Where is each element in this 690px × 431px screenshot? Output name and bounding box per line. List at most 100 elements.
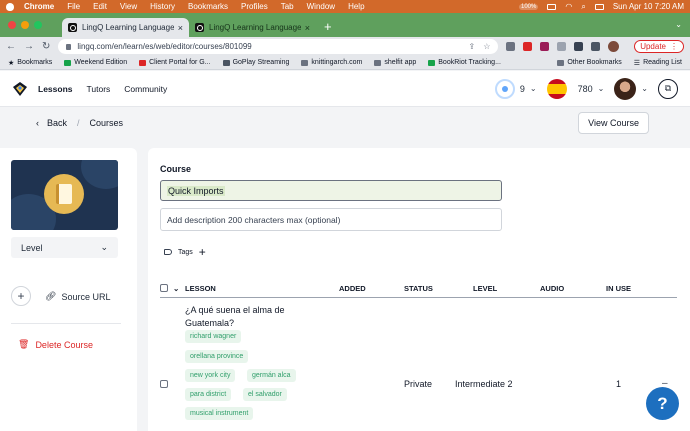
battery-indicator[interactable]: 100% (519, 3, 539, 10)
menu-window[interactable]: Window (307, 2, 335, 11)
back-arrow-icon[interactable]: ← (6, 41, 16, 52)
reading-list[interactable]: ☰ Reading List (634, 59, 682, 67)
tag-chip[interactable]: orellana province (185, 350, 249, 363)
select-all-checkbox[interactable] (160, 284, 168, 292)
course-title-input[interactable]: Quick Imports (160, 180, 502, 201)
lingq-logo-icon[interactable] (12, 81, 28, 97)
menu-file[interactable]: File (67, 2, 80, 11)
link-icon: 🔗︎ (45, 291, 57, 301)
bookmark-item[interactable]: GoPlay Streaming (222, 59, 289, 66)
zoom-window-button[interactable] (34, 21, 42, 29)
source-url-link[interactable]: 🔗︎ Source URL (45, 291, 110, 302)
nav-lessons[interactable]: Lessons (38, 84, 73, 94)
streak-widget[interactable]: 9 ⌄ (494, 78, 537, 99)
col-lesson[interactable]: LESSON (185, 284, 216, 293)
puzzle-icon[interactable] (574, 42, 584, 51)
course-cover-image[interactable] (11, 160, 118, 230)
new-tab-button[interactable]: + (324, 19, 332, 34)
language-widget[interactable]: 780 ⌄ (546, 78, 605, 99)
menu-profiles[interactable]: Profiles (241, 2, 268, 11)
row-checkbox[interactable] (160, 380, 168, 388)
site-header: Lessons Tutors Community 9 ⌄ 780 ⌄ ⌄ ⧉ (0, 71, 690, 107)
bookmark-item[interactable]: Weekend Edition (64, 59, 127, 66)
bookmark-item[interactable]: shelfit app (374, 59, 416, 66)
book-icon (44, 174, 84, 214)
flag-us-icon[interactable] (547, 3, 557, 10)
menu-edit[interactable]: Edit (93, 2, 107, 11)
menu-bookmarks[interactable]: Bookmarks (188, 2, 228, 11)
update-button[interactable]: Update ⋮ (634, 40, 684, 53)
tab-strip: LingQ Learning Languages Sim × LingQ Lea… (0, 13, 690, 37)
apple-icon[interactable] (6, 2, 14, 11)
bookmark-item[interactable]: knittingarch.com (301, 59, 362, 66)
profile-avatar[interactable] (608, 41, 620, 52)
view-course-button[interactable]: View Course (578, 112, 649, 134)
reload-icon[interactable]: ↻ (42, 41, 50, 52)
tag-icon (164, 249, 172, 255)
tab-search-chevron-icon[interactable]: ⌄ (675, 20, 682, 29)
profile-menu[interactable]: ⌄ (614, 77, 648, 100)
close-tab-icon[interactable]: × (305, 23, 310, 33)
delete-course-button[interactable]: 🗑︎ Delete Course (18, 339, 93, 350)
col-audio[interactable]: AUDIO (540, 284, 564, 293)
add-source-button[interactable]: + (11, 286, 31, 306)
nav-tutors[interactable]: Tutors (87, 84, 111, 94)
import-icon[interactable]: ⧉ (658, 78, 678, 99)
menu-app-chrome[interactable]: Chrome (24, 2, 54, 11)
back-link[interactable]: ‹ Back (36, 118, 67, 128)
browser-tab-active[interactable]: LingQ Learning Languages Sim × (62, 18, 189, 37)
extension-icon[interactable] (540, 42, 550, 51)
level-select[interactable]: Level ⌄ (11, 237, 118, 258)
bookmark-star-icon[interactable]: ☆ (483, 42, 490, 51)
tag-chip[interactable]: el salvador (243, 388, 287, 401)
course-description-input[interactable]: Add description 200 characters max (opti… (160, 208, 502, 231)
add-tag-button[interactable]: + (199, 245, 206, 259)
other-bookmarks[interactable]: Other Bookmarks (557, 59, 622, 67)
minimize-window-button[interactable] (21, 21, 29, 29)
menu-history[interactable]: History (150, 2, 175, 11)
breadcrumb-current[interactable]: Courses (90, 118, 124, 128)
help-button[interactable]: ? (646, 387, 679, 420)
tag-chip[interactable]: new york city (185, 369, 236, 382)
chevron-down-icon: ⌄ (597, 84, 605, 93)
address-bar-row: ← → ↻ lingq.com/en/learn/es/web/editor/c… (0, 37, 690, 56)
extension-icon[interactable] (506, 42, 516, 51)
sidebar-toggle-icon[interactable] (591, 42, 601, 51)
extension-icon[interactable] (557, 42, 567, 51)
search-icon[interactable]: ⌕ (581, 2, 585, 12)
table-row[interactable]: ¿A qué suena el alma de Guatemala? richa… (160, 298, 677, 431)
menu-view[interactable]: View (120, 2, 137, 11)
close-tab-icon[interactable]: × (178, 23, 183, 33)
clock[interactable]: Sun Apr 10 7:20 AM (613, 2, 684, 11)
extension-icon[interactable] (523, 42, 533, 51)
lesson-title[interactable]: ¿A qué suena el alma de Guatemala? (185, 304, 305, 330)
nav-community[interactable]: Community (124, 84, 167, 94)
bookmark-item[interactable]: ★ Bookmarks (8, 59, 52, 67)
col-added[interactable]: ADDED (339, 284, 366, 293)
tag-chip[interactable]: richard wagner (185, 330, 242, 343)
col-level[interactable]: LEVEL (473, 284, 497, 293)
share-icon[interactable]: ⇪ (469, 42, 476, 51)
col-in-use[interactable]: IN USE (606, 284, 631, 293)
wifi-icon[interactable]: ◠ (565, 2, 572, 11)
chevron-down-icon[interactable]: ⌄ (173, 284, 179, 293)
tag-chip[interactable]: para district (185, 388, 232, 401)
forward-arrow-icon[interactable]: → (24, 41, 34, 52)
close-window-button[interactable] (8, 21, 16, 29)
user-avatar (614, 77, 637, 100)
lock-icon[interactable] (66, 43, 72, 50)
bookmark-item[interactable]: Client Portal for G... (139, 59, 211, 66)
tag-chip[interactable]: germán alca (247, 369, 296, 382)
control-center-icon[interactable] (594, 3, 604, 10)
col-status[interactable]: STATUS (404, 284, 433, 293)
bookmark-label: knittingarch.com (311, 59, 363, 66)
menu-help[interactable]: Help (348, 2, 364, 11)
url-field[interactable]: lingq.com/en/learn/es/web/editor/courses… (58, 39, 499, 54)
chevron-left-icon: ‹ (36, 118, 39, 128)
lessons-table-header: ⌄ LESSON ADDED STATUS LEVEL AUDIO IN USE (160, 281, 677, 298)
browser-tab[interactable]: LingQ Learning Languages Sim × (189, 18, 316, 37)
bookmark-item[interactable]: BookRiot Tracking... (428, 59, 501, 66)
tag-chip[interactable]: musical instrument (185, 407, 254, 420)
breadcrumb-separator: / (77, 118, 80, 128)
menu-tab[interactable]: Tab (281, 2, 294, 11)
